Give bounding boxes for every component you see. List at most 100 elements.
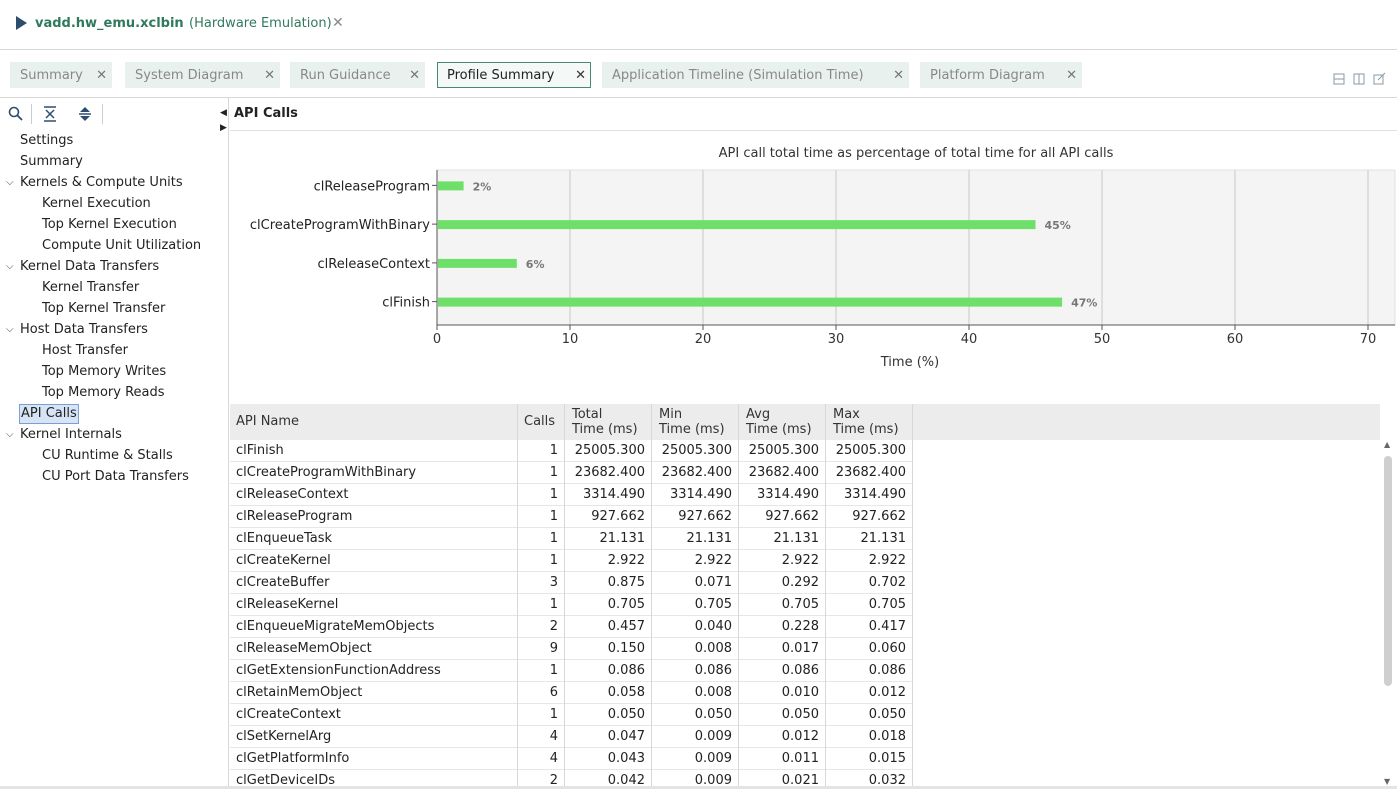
close-icon[interactable]: ✕	[332, 15, 344, 31]
scrollbar-thumb[interactable]	[1384, 456, 1392, 686]
close-icon[interactable]: ✕	[1066, 63, 1077, 89]
tree-item-top-memory-writes[interactable]: Top Memory Writes	[42, 362, 166, 382]
tree-item-api-calls[interactable]: API Calls	[19, 404, 79, 424]
split-horizontal-icon[interactable]	[1333, 73, 1345, 85]
cell-calls: 1	[518, 462, 565, 484]
tree-item-top-kernel-transfer[interactable]: Top Kernel Transfer	[42, 299, 165, 319]
column-header-total-time[interactable]: Total Time (ms)	[565, 404, 652, 440]
table-row[interactable]: clReleaseMemObject 9 0.150 0.008 0.017 0.060	[230, 638, 913, 660]
tab-platform-diagram[interactable]: Platform Diagram ✕	[920, 62, 1082, 88]
table-row[interactable]: clFinish 1 25005.300 25005.300 25005.300 2500…	[230, 440, 913, 462]
cell-max-time: 21.131	[826, 528, 913, 550]
tree-item-settings[interactable]: Settings	[20, 131, 73, 151]
collapse-left-icon[interactable]: ◀	[220, 108, 227, 118]
expand-right-icon[interactable]: ▶	[220, 123, 227, 133]
expand-all-icon[interactable]	[77, 106, 93, 122]
table-row[interactable]: clEnqueueTask 1 21.131 21.131 21.131 21.131	[230, 528, 913, 550]
tree-item-label: CU Port Data Transfers	[42, 469, 189, 484]
column-header-api-name[interactable]: API Name	[230, 404, 518, 440]
cell-avg-time: 3314.490	[739, 484, 826, 506]
close-icon[interactable]: ✕	[893, 63, 904, 89]
table-row[interactable]: clCreateBuffer 3 0.875 0.071 0.292 0.702	[230, 572, 913, 594]
chevron-down-icon[interactable]: ⌵	[6, 173, 14, 193]
close-icon[interactable]: ✕	[264, 63, 275, 89]
cell-api-name: clCreateBuffer	[230, 572, 518, 594]
cell-calls: 1	[518, 594, 565, 616]
column-header-label: API Name	[236, 414, 300, 429]
cell-total-time: 0.086	[565, 660, 652, 682]
table-row[interactable]: clReleaseProgram 1 927.662 927.662 927.662 92…	[230, 506, 913, 528]
table-row[interactable]: clGetExtensionFunctionAddress 1 0.086 0.086…	[230, 660, 913, 682]
tree-item-label: Compute Unit Utilization	[42, 238, 202, 253]
close-icon[interactable]: ✕	[96, 63, 107, 89]
chevron-down-icon[interactable]: ⌵	[6, 425, 14, 445]
tree-item-compute-unit-utilization[interactable]: Compute Unit Utilization	[42, 236, 201, 256]
table-row[interactable]: clSetKernelArg 4 0.047 0.009 0.012 0.018	[230, 726, 913, 748]
table-row[interactable]: clGetDeviceIDs 2 0.042 0.009 0.021 0.032	[230, 770, 913, 786]
toolbar-divider	[102, 104, 103, 124]
table-row[interactable]: clEnqueueMigrateMemObjects 2 0.457 0.040 0.2…	[230, 616, 913, 638]
table-row[interactable]: clCreateKernel 1 2.922 2.922 2.922 2.922	[230, 550, 913, 572]
column-header-calls[interactable]: Calls	[518, 404, 565, 440]
cell-api-name: clEnqueueTask	[230, 528, 518, 550]
tree-item-cu-runtime-stalls[interactable]: CU Runtime & Stalls	[42, 446, 173, 466]
close-icon[interactable]: ✕	[409, 63, 420, 89]
tree-item-kernel-execution[interactable]: Kernel Execution	[42, 194, 151, 214]
table-row[interactable]: clRetainMemObject 6 0.058 0.008 0.010 0.012	[230, 682, 913, 704]
collapse-all-icon[interactable]	[42, 106, 58, 122]
tab-run-guidance[interactable]: Run Guidance ✕	[290, 62, 425, 88]
tree-item-summary[interactable]: Summary	[20, 152, 83, 172]
tree-item-kernel-data-transfers[interactable]: ⌵ Kernel Data Transfers	[6, 257, 159, 277]
cell-calls: 2	[518, 770, 565, 786]
cell-total-time: 23682.400	[565, 462, 652, 484]
table-row[interactable]: clCreateContext 1 0.050 0.050 0.050 0.050	[230, 704, 913, 726]
cell-calls: 2	[518, 616, 565, 638]
tab-summary[interactable]: Summary ✕	[10, 62, 112, 88]
table-row[interactable]: clReleaseKernel 1 0.705 0.705 0.705 0.705	[230, 594, 913, 616]
tab-application-timeline[interactable]: Application Timeline (Simulation Time) ✕	[602, 62, 909, 88]
cell-total-time: 25005.300	[565, 440, 652, 462]
maximize-icon[interactable]	[1373, 72, 1386, 85]
bar[interactable]	[438, 220, 1036, 230]
table-row[interactable]: clGetPlatformInfo 4 0.043 0.009 0.011 0.015	[230, 748, 913, 770]
close-icon[interactable]: ✕	[575, 63, 586, 89]
table-header: API Name Calls Total Time (ms) Min Time (m…	[230, 404, 1380, 440]
cell-total-time: 927.662	[565, 506, 652, 528]
cell-avg-time: 0.086	[739, 660, 826, 682]
table-scrollbar[interactable]: ▲ ▼	[1381, 440, 1395, 786]
table-row[interactable]: clCreateProgramWithBinary 1 23682.400 23682…	[230, 462, 913, 484]
table-row[interactable]: clReleaseContext 1 3314.490 3314.490 3314.49…	[230, 484, 913, 506]
column-header-unit: Time (ms)	[833, 422, 899, 437]
tree-item-top-kernel-execution[interactable]: Top Kernel Execution	[42, 215, 177, 235]
cell-min-time: 2.922	[652, 550, 739, 572]
tree-item-kernel-transfer[interactable]: Kernel Transfer	[42, 278, 139, 298]
chevron-down-icon[interactable]: ⌵	[6, 257, 14, 277]
play-icon[interactable]	[16, 16, 27, 30]
split-vertical-icon[interactable]	[1353, 73, 1365, 85]
tree-item-label: Kernel Execution	[42, 196, 151, 211]
data-label: 47%	[1071, 297, 1097, 310]
bar[interactable]	[438, 297, 1063, 307]
column-header-avg-time[interactable]: Avg Time (ms)	[739, 404, 826, 440]
tree-item-host-data-transfers[interactable]: ⌵ Host Data Transfers	[6, 320, 148, 340]
chevron-down-icon[interactable]: ⌵	[6, 320, 14, 340]
bar[interactable]	[438, 181, 464, 191]
tree-item-top-memory-reads[interactable]: Top Memory Reads	[42, 383, 165, 403]
scroll-down-icon[interactable]: ▼	[1384, 777, 1390, 786]
tree-item-host-transfer[interactable]: Host Transfer	[42, 341, 128, 361]
tab-system-diagram[interactable]: System Diagram ✕	[125, 62, 280, 88]
column-header-max-time[interactable]: Max Time (ms)	[826, 404, 913, 440]
tree-item-kernel-internals[interactable]: ⌵ Kernel Internals	[6, 425, 122, 445]
scroll-up-icon[interactable]: ▲	[1384, 440, 1390, 449]
bar[interactable]	[438, 258, 517, 268]
tab-profile-summary[interactable]: Profile Summary ✕	[437, 62, 591, 88]
cell-min-time: 3314.490	[652, 484, 739, 506]
search-icon[interactable]	[8, 106, 24, 122]
column-header-min-time[interactable]: Min Time (ms)	[652, 404, 739, 440]
cell-total-time: 0.705	[565, 594, 652, 616]
tree-item-cu-port-data-transfers[interactable]: CU Port Data Transfers	[42, 467, 189, 487]
x-tick-label: 50	[1094, 332, 1111, 347]
data-label: 2%	[473, 180, 492, 193]
tree-item-kernels-compute-units[interactable]: ⌵ Kernels & Compute Units	[6, 173, 183, 193]
x-tick-label: 0	[433, 332, 441, 347]
